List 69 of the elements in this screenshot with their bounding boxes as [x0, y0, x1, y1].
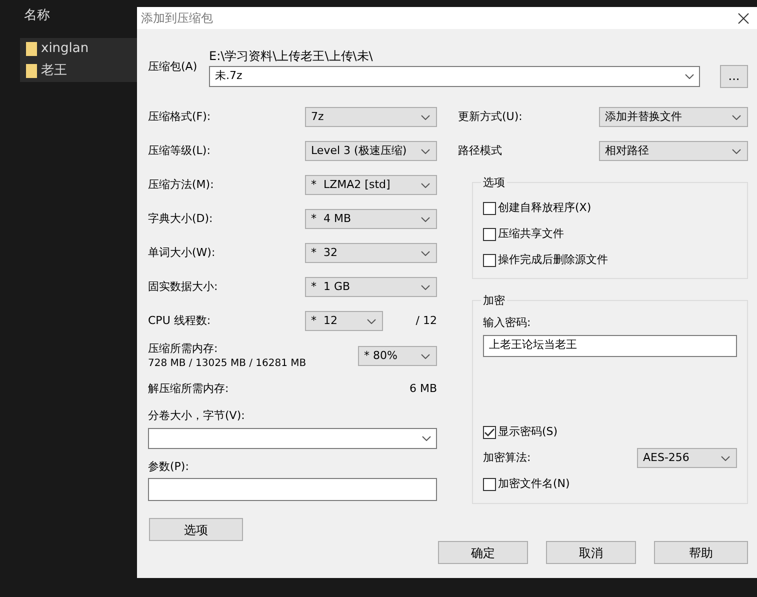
chevron-down-icon — [422, 436, 431, 440]
field-label: 单词大小(W): — [148, 244, 216, 261]
memory-detail: 728 MB / 13025 MB / 16281 MB — [148, 356, 306, 370]
dialog-button[interactable]: 确定 — [438, 541, 528, 564]
field-label: 更新方式(U): — [458, 108, 522, 125]
field-label: 解压缩所需内存: — [148, 380, 229, 397]
dropdown[interactable]: AES-256 — [637, 448, 737, 468]
path-text: E:\学习资料\上传老王\上传\未\ — [209, 48, 374, 64]
dropdown[interactable]: 7z — [305, 107, 437, 127]
folder-icon — [26, 64, 37, 78]
chevron-down-icon — [421, 182, 430, 188]
checkbox-label: 显示密码(S) — [498, 424, 558, 440]
field-label: 分卷大小，字节(V): — [148, 409, 245, 422]
field-label: 压缩格式(F): — [148, 108, 211, 125]
field-label: 加密算法: — [483, 450, 531, 466]
memory-value: 6 MB — [409, 380, 437, 397]
chevron-down-icon — [421, 284, 430, 290]
checkbox[interactable] — [483, 254, 496, 266]
checkbox-label: 操作完成后删除源文件 — [498, 252, 608, 268]
field-label: 字典大小(D): — [148, 210, 213, 227]
field-label: 压缩等级(L): — [148, 142, 210, 159]
dropdown[interactable]: 相对路径 — [599, 141, 748, 161]
chevron-down-icon — [721, 456, 730, 460]
checkbox-label: 创建自释放程序(X) — [498, 200, 592, 216]
chevron-down-icon — [367, 318, 376, 324]
archive-name-field[interactable]: 未.7z — [209, 66, 700, 86]
checkbox-label: 加密文件名(N) — [498, 476, 570, 492]
dropdown[interactable]: * 80% — [358, 346, 437, 366]
chevron-down-icon — [685, 74, 694, 78]
dropdown[interactable]: 添加并替换文件 — [599, 107, 748, 127]
field-label: 路径模式 — [458, 142, 502, 159]
window-title: 添加到压缩包 — [141, 10, 213, 27]
field-label: 压缩包(A) — [148, 58, 198, 75]
column-header[interactable]: 名称 — [24, 6, 50, 26]
dropdown[interactable]: Level 3 (极速压缩) — [305, 141, 437, 161]
chevron-down-icon — [421, 354, 430, 358]
chevron-down-icon — [421, 148, 430, 154]
field-label: 压缩方法(M): — [148, 176, 214, 193]
folder-icon — [26, 42, 37, 56]
dropdown[interactable]: * 32 — [305, 243, 437, 263]
dialog-button[interactable]: 取消 — [546, 541, 636, 564]
chevron-down-icon — [421, 250, 430, 256]
field-label: 压缩所需内存: — [148, 342, 219, 357]
field-label: 参数(P): — [148, 460, 189, 472]
dropdown[interactable]: * LZMA2 [std] — [305, 175, 437, 195]
chevron-down-icon — [732, 114, 741, 120]
thread-total: / 12 — [416, 312, 437, 329]
folder-row[interactable]: 老王 — [20, 60, 137, 82]
dialog-button[interactable]: 帮助 — [654, 541, 748, 564]
checkbox[interactable] — [483, 228, 496, 240]
checkbox[interactable] — [483, 202, 496, 214]
chevron-down-icon — [732, 148, 741, 154]
field-label: 固实数据大小: — [148, 278, 218, 295]
folder-row[interactable]: xinglan — [20, 38, 137, 60]
checkbox[interactable] — [483, 478, 496, 490]
chevron-down-icon — [421, 216, 430, 222]
browse-button[interactable]: ... — [720, 64, 748, 88]
parameters-field[interactable] — [148, 478, 437, 501]
dropdown[interactable]: * 12 — [305, 311, 383, 331]
checkbox-label: 压缩共享文件 — [498, 226, 564, 242]
checkbox[interactable] — [483, 426, 496, 438]
password-field[interactable]: 上老王论坛当老王 — [483, 334, 737, 356]
dropdown[interactable]: * 4 MB — [305, 209, 437, 229]
field-label: 输入密码: — [483, 316, 531, 329]
chevron-down-icon — [421, 114, 430, 120]
options-button[interactable]: 选项 — [149, 518, 243, 541]
dropdown[interactable]: * 1 GB — [305, 277, 437, 297]
field-label: CPU 线程数: — [148, 312, 211, 329]
volume-size-field[interactable] — [148, 428, 437, 448]
